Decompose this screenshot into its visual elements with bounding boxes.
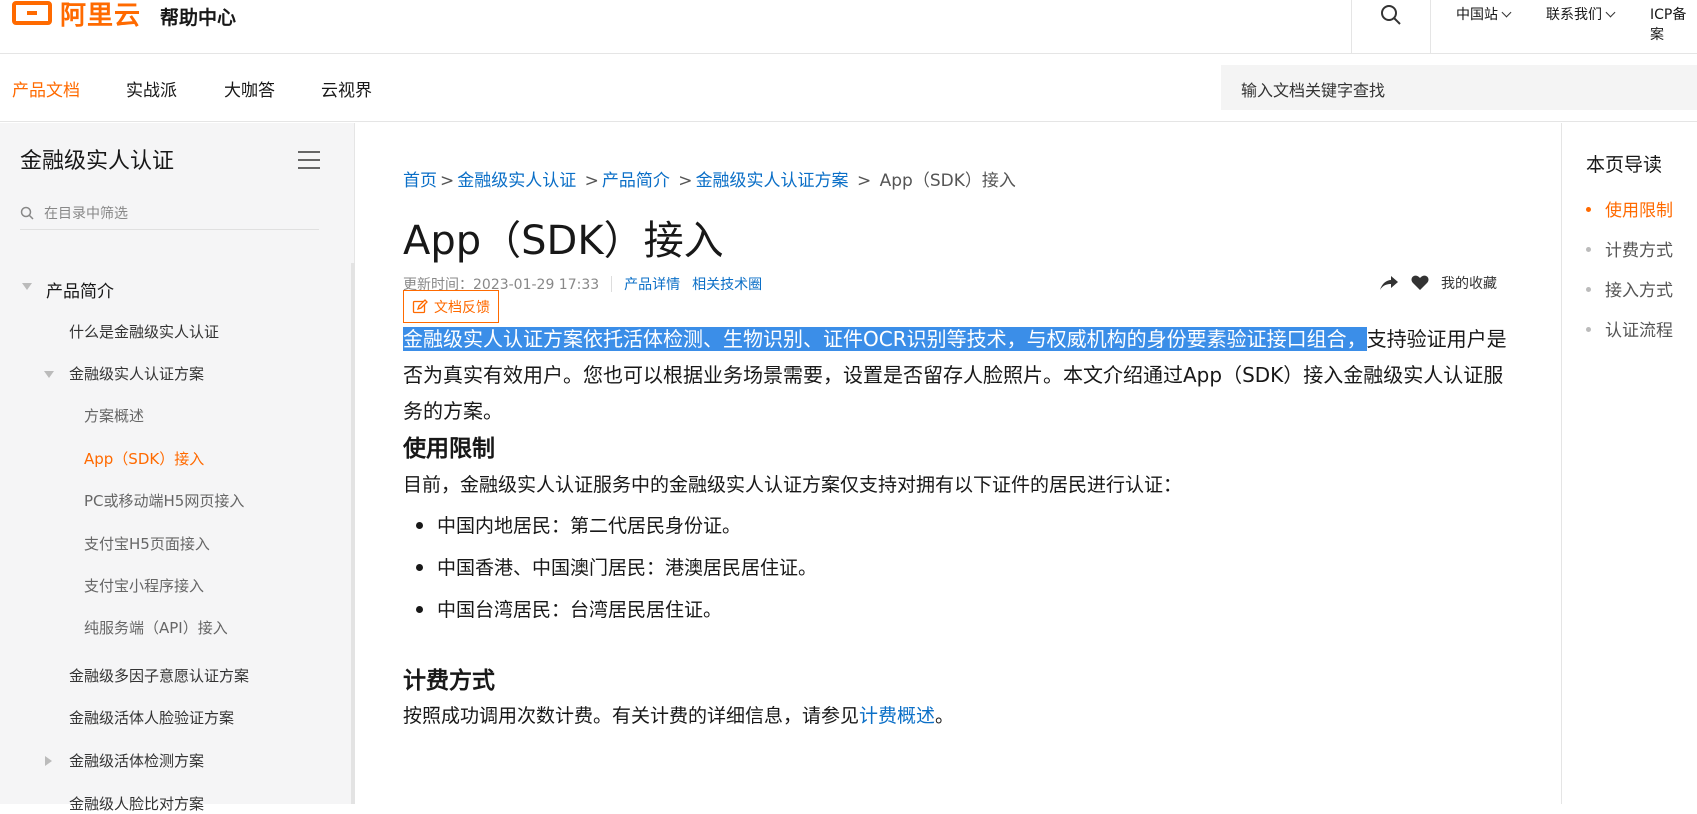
header-search-button[interactable] (1351, 0, 1431, 54)
sidebar-scrollbar[interactable] (351, 263, 355, 804)
list-item: 中国台湾居民：台湾居民居住证。 (416, 595, 722, 622)
page-title: App（SDK）接入 (403, 218, 724, 264)
breadcrumb: 首页 > 金融级实人认证 > 产品简介 > 金融级实人认证方案 > App（SDK）接入 (403, 171, 1016, 191)
doc-search-input[interactable]: 输入文档关键字查找 (1221, 65, 1697, 110)
feedback-label: 文档反馈 (434, 299, 490, 316)
sidebar-filter-placeholder: 在目录中筛选 (44, 205, 128, 222)
contact-us-label: 联系我们 (1546, 7, 1602, 23)
sidebar-item-overview[interactable]: 方案概述 (84, 405, 144, 426)
icp-link[interactable]: ICP备案 (1650, 4, 1697, 44)
tech-circle-link[interactable]: 相关技术圈 (692, 274, 762, 294)
tab-practice[interactable]: 实战派 (126, 76, 177, 101)
toc-item-auth-flow[interactable]: 认证流程 (1586, 316, 1673, 341)
list-item-text: 中国台湾居民：台湾居民居住证。 (437, 599, 723, 621)
aliyun-logo[interactable]: 阿里云 (12, 0, 142, 31)
toc-item-label: 认证流程 (1605, 321, 1673, 341)
breadcrumb-solution[interactable]: 金融级实人认证方案 (696, 171, 849, 191)
list-item-text: 中国香港、中国澳门居民：港澳居民居住证。 (437, 557, 818, 579)
breadcrumb-intro[interactable]: 产品简介 (602, 171, 670, 191)
list-item: 中国内地居民：第二代居民身份证。 (416, 511, 741, 538)
contact-us-menu[interactable]: 联系我们 (1546, 4, 1616, 24)
product-detail-link[interactable]: 产品详情 (624, 274, 680, 294)
breadcrumb-product[interactable]: 金融级实人认证 (457, 171, 576, 191)
list-item-text: 中国内地居民：第二代居民身份证。 (437, 515, 742, 537)
chevron-down-icon (1501, 7, 1512, 17)
tab-cloud-vision[interactable]: 云视界 (321, 76, 372, 101)
billing-overview-link[interactable]: 计费概述 (859, 705, 935, 727)
my-favorites-link[interactable]: 我的收藏 (1441, 273, 1497, 293)
sidebar-item-liveness[interactable]: 金融级活体检测方案 (69, 750, 204, 771)
sidebar-item-face-verify[interactable]: 金融级活体人脸验证方案 (69, 707, 234, 728)
breadcrumb-current: App（SDK）接入 (879, 171, 1016, 191)
icp-label: ICP备案 (1650, 7, 1687, 43)
edit-icon (412, 298, 428, 313)
highlighted-text: 金融级实人认证方案依托活体检测、生物识别、证件OCR识别等技术，与权威机构的身份… (403, 327, 1367, 351)
toc-title: 本页导读 (1586, 154, 1663, 176)
caret-down-icon[interactable] (44, 371, 54, 378)
sidebar: 金融级实人认证 在目录中筛选 产品简介 什么是金融级实人认证 金融级实人认证方案… (0, 123, 355, 813)
caret-down-icon[interactable] (22, 283, 32, 290)
sidebar-item-api[interactable]: 纯服务端（API）接入 (84, 617, 228, 638)
toc-item-billing[interactable]: 计费方式 (1586, 236, 1673, 261)
sidebar-item-multi-factor[interactable]: 金融级多因子意愿认证方案 (69, 665, 249, 686)
tab-experts[interactable]: 大咖答 (224, 76, 275, 101)
doc-actions: 我的收藏 (1379, 273, 1497, 293)
toc-item-label: 使用限制 (1605, 201, 1673, 221)
toc-item-label: 计费方式 (1605, 241, 1673, 261)
sidebar-filter-input[interactable]: 在目录中筛选 (20, 196, 319, 230)
toc-item-label: 接入方式 (1605, 281, 1673, 301)
share-icon[interactable] (1379, 275, 1399, 291)
aliyun-logo-icon (12, 1, 52, 25)
section-usage-limit-heading: 使用限制 (403, 436, 495, 462)
help-center-title[interactable]: 帮助中心 (160, 3, 236, 30)
toc-item-access-method[interactable]: 接入方式 (1586, 276, 1673, 301)
breadcrumb-home[interactable]: 首页 (403, 171, 437, 191)
top-header: 阿里云 帮助中心 中国站 联系我们 ICP备案 (0, 0, 1697, 54)
chevron-down-icon (1605, 7, 1616, 17)
usage-limit-text: 目前，金融级实人认证服务中的金融级实人认证方案仅支持对拥有以下证件的居民进行认证… (403, 474, 1183, 496)
search-icon (1381, 5, 1401, 25)
site-selector[interactable]: 中国站 (1456, 4, 1512, 24)
sidebar-item-app-sdk[interactable]: App（SDK）接入 (84, 448, 204, 469)
site-selector-label: 中国站 (1456, 7, 1498, 23)
doc-feedback-button[interactable]: 文档反馈 (403, 290, 499, 323)
logo-text: 阿里云 (60, 0, 142, 31)
sidebar-item-solution[interactable]: 金融级实人认证方案 (69, 363, 204, 384)
sidebar-item-what-is[interactable]: 什么是金融级实人认证 (69, 321, 219, 342)
caret-right-icon[interactable] (45, 756, 52, 766)
heart-icon[interactable] (1411, 275, 1429, 291)
doc-search-placeholder: 输入文档关键字查找 (1241, 81, 1386, 100)
doc-content: 首页 > 金融级实人认证 > 产品简介 > 金融级实人认证方案 > App（SDK）接入… (356, 123, 1561, 804)
sidebar-item-alipay-h5[interactable]: 支付宝H5页面接入 (84, 533, 210, 554)
sidebar-item-intro[interactable]: 产品简介 (46, 277, 114, 302)
list-item: 中国香港、中国澳门居民：港澳居民居住证。 (416, 553, 817, 580)
sidebar-item-h5[interactable]: PC或移动端H5网页接入 (84, 490, 244, 511)
section-billing-heading: 计费方式 (403, 668, 495, 694)
sidebar-item-alipay-miniapp[interactable]: 支付宝小程序接入 (84, 575, 204, 596)
page-toc: 本页导读 使用限制 计费方式 接入方式 认证流程 (1561, 123, 1697, 804)
intro-paragraph: 金融级实人认证方案依托活体检测、生物识别、证件OCR识别等技术，与权威机构的身份… (403, 321, 1523, 429)
search-icon (20, 206, 34, 220)
toc-item-usage-limit[interactable]: 使用限制 (1586, 196, 1673, 221)
sidebar-title: 金融级实人认证 (20, 149, 175, 174)
main-nav: 产品文档 实战派 大咖答 云视界 输入文档关键字查找 (0, 54, 1697, 122)
tab-product-docs[interactable]: 产品文档 (12, 76, 80, 101)
menu-icon[interactable] (298, 151, 320, 169)
billing-text-after: 。 (935, 705, 955, 727)
billing-text-before: 按照成功调用次数计费。有关计费的详细信息，请参见 (403, 705, 860, 727)
billing-text: 按照成功调用次数计费。有关计费的详细信息，请参见计费概述。 (403, 701, 954, 728)
